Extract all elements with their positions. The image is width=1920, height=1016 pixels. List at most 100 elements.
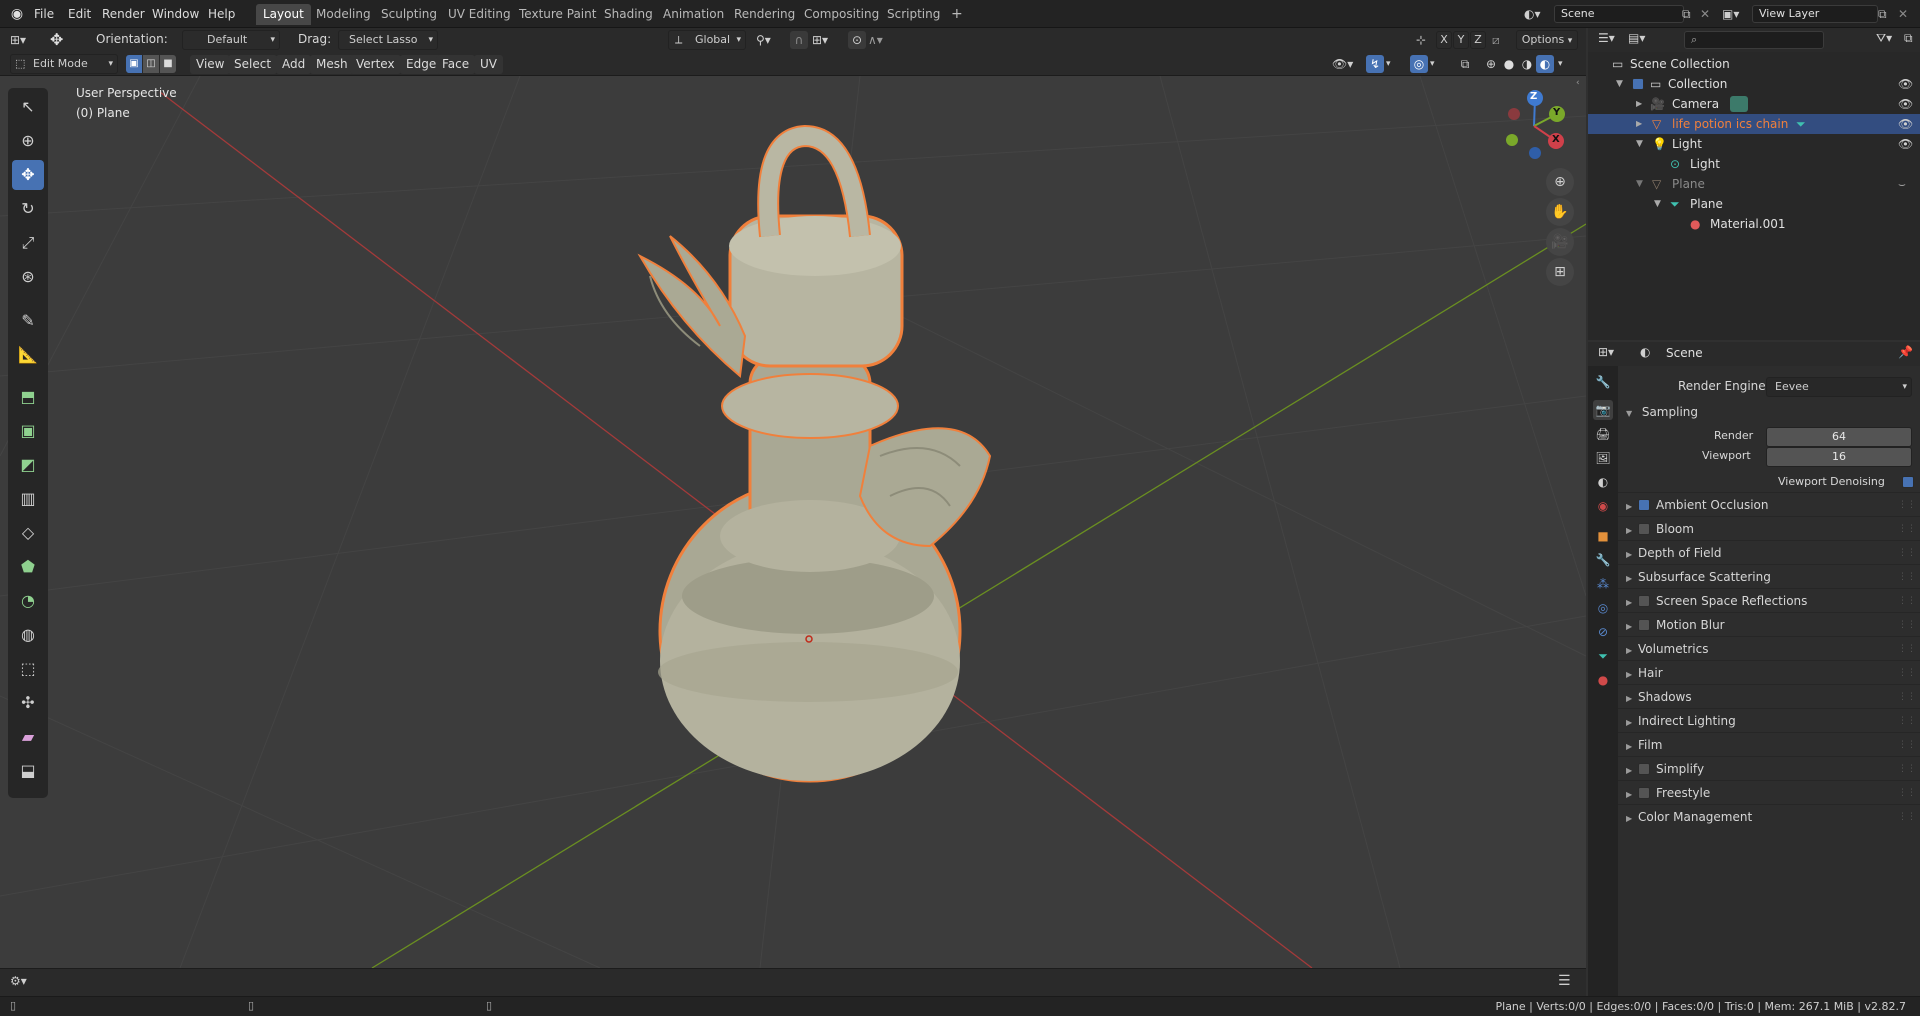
panel-enable-checkbox[interactable] [1638,595,1650,607]
drag-handle-icon[interactable]: ⋮⋮ [1898,757,1916,781]
drag-handle-icon[interactable]: ⋮⋮ [1898,541,1916,565]
timeline-editor-icon[interactable]: ⚙▾ [10,974,27,988]
material-shading-icon[interactable]: ◑ [1518,55,1536,73]
transform-orientation-dropdown[interactable]: ⟂ Global ▾ [668,30,746,50]
edge-slide-tool-icon[interactable]: ⬚ [12,654,44,684]
spin-tool-icon[interactable]: ◔ [12,586,44,616]
drag-dropdown[interactable]: Select Lasso ▾ [338,30,438,50]
xray-toggle-icon[interactable]: ⧉ [1456,55,1474,73]
outliner-item-plane-mesh[interactable]: ▼ ⏷ Plane [1588,194,1920,214]
tab-shading[interactable]: Shading [597,4,660,25]
data-tab-icon[interactable]: ⏷ [1593,646,1613,666]
region-toggle-icon[interactable]: ‹ [1576,78,1580,88]
tab-layout[interactable]: Layout [256,4,311,25]
drag-handle-icon[interactable]: ⋮⋮ [1898,805,1916,829]
menu-edit[interactable]: Edit [62,4,97,24]
new-scene-icon[interactable]: ⧉ [1682,5,1698,23]
panel-depth-of-field[interactable]: ▶ Depth of Field ⋮⋮ [1618,540,1920,564]
editor-type-icon[interactable]: ⊞▾ [10,31,36,49]
close-scene-icon[interactable]: ✕ [1700,5,1714,23]
rendered-shading-icon[interactable]: ◐ [1536,55,1554,73]
scene-tab-icon[interactable]: ◐ [1593,472,1613,492]
scale-tool-icon[interactable]: ⤢ [12,228,44,258]
drag-handle-icon[interactable]: ⋮⋮ [1898,637,1916,661]
panel-enable-checkbox[interactable] [1638,787,1650,799]
outliner-item-collection[interactable]: ▼ ▭ Collection 👁 [1588,74,1920,94]
viewport-denoising-checkbox[interactable] [1902,476,1914,488]
drag-handle-icon[interactable]: ⋮⋮ [1898,565,1916,589]
gizmo-toggle-icon[interactable]: ↯ [1366,55,1384,73]
tool-tab-icon[interactable]: 🔧 [1593,372,1613,392]
physics-tab-icon[interactable]: ◎ [1593,598,1613,618]
constraints-tab-icon[interactable]: ⊘ [1593,622,1613,642]
view-layer-field[interactable]: View Layer [1752,5,1878,23]
view-layer-tab-icon[interactable]: 🖼 [1593,448,1613,468]
auto-merge-icon[interactable]: ⧄ [1492,31,1510,49]
outliner-search-input[interactable]: ⌕ [1684,31,1824,49]
menu-file[interactable]: File [28,4,60,24]
menu-face[interactable]: Face [436,55,476,74]
face-select-icon[interactable]: ■ [160,55,176,73]
display-mode-icon[interactable]: ▤▾ [1628,31,1645,45]
menu-window[interactable]: Window [146,4,205,24]
tab-sculpting[interactable]: Sculpting [374,4,444,25]
eye-icon[interactable]: 👁 [1898,74,1913,94]
move-tool-icon[interactable]: ✥ [50,30,72,50]
hamburger-menu-icon[interactable]: ☰ [1558,973,1571,989]
drag-handle-icon[interactable]: ⋮⋮ [1898,733,1916,757]
sampling-panel-header[interactable]: ▼ Sampling [1618,400,1920,424]
mirror-y-toggle[interactable]: Y [1453,31,1469,49]
expand-icon[interactable]: ▶ [1636,94,1642,114]
panel-bloom[interactable]: ▶ Bloom ⋮⋮ [1618,516,1920,540]
new-collection-icon[interactable]: ⧉ [1904,31,1913,46]
drag-handle-icon[interactable]: ⋮⋮ [1898,709,1916,733]
zoom-icon[interactable]: ⊕ [1546,168,1574,196]
hidden-eye-icon[interactable]: ⌣ [1898,174,1906,194]
drag-handle-icon[interactable]: ⋮⋮ [1898,493,1916,517]
drag-handle-icon[interactable]: ⋮⋮ [1898,661,1916,685]
mirror-icon[interactable]: ⊹ [1416,31,1434,49]
bevel-tool-icon[interactable]: ◩ [12,450,44,480]
panel-motion-blur[interactable]: ▶ Motion Blur ⋮⋮ [1618,612,1920,636]
particles-tab-icon[interactable]: ⁂ [1593,574,1613,594]
exclude-checkbox[interactable] [1632,78,1644,90]
transform-tool-icon[interactable]: ⊛ [12,262,44,292]
menu-add[interactable]: Add [276,55,312,74]
outliner-item-plane[interactable]: ▼ ▽ Plane ⌣ [1588,174,1920,194]
scene-name-field[interactable]: Scene [1554,5,1684,23]
panel-freestyle[interactable]: ▶ Freestyle ⋮⋮ [1618,780,1920,804]
edge-select-icon[interactable]: ◫ [143,55,159,73]
options-dropdown[interactable]: Options ▾ [1516,30,1578,50]
expand-icon[interactable]: ▼ [1654,194,1661,214]
expand-icon[interactable]: ▼ [1636,134,1643,154]
poly-build-tool-icon[interactable]: ⬟ [12,552,44,582]
panel-ambient-occlusion[interactable]: ▶ Ambient Occlusion ⋮⋮ [1618,492,1920,516]
snap-icon[interactable]: ∩ [790,31,808,49]
panel-enable-checkbox[interactable] [1638,499,1650,511]
panel-color-management[interactable]: ▶ Color Management ⋮⋮ [1618,804,1920,828]
outliner-item-camera[interactable]: ▶ 🎥 Camera 👁 [1588,94,1920,114]
inset-tool-icon[interactable]: ▣ [12,416,44,446]
tab-scripting[interactable]: Scripting [880,4,947,25]
material-tab-icon[interactable]: ● [1593,670,1613,690]
panel-film[interactable]: ▶ Film ⋮⋮ [1618,732,1920,756]
annotate-tool-icon[interactable]: ✎ [12,306,44,336]
add-workspace-button[interactable]: + [944,4,970,25]
outliner-editor-icon[interactable]: ☰▾ [1598,31,1615,45]
expand-icon[interactable]: ▼ [1616,74,1623,94]
drag-handle-icon[interactable]: ⋮⋮ [1898,685,1916,709]
world-tab-icon[interactable]: ◉ [1593,496,1613,516]
3d-viewport[interactable]: User Perspective (0) Plane Z Y X ⊕ ✋ 🎥 ⊞… [0,76,1586,968]
object-tab-icon[interactable]: ■ [1593,526,1613,546]
outliner-item-light-data[interactable]: ⊙ Light [1588,154,1920,174]
snap-target-icon[interactable]: ⊞▾ [812,31,842,49]
panel-volumetrics[interactable]: ▶ Volumetrics ⋮⋮ [1618,636,1920,660]
solid-shading-icon[interactable]: ● [1500,55,1518,73]
panel-enable-checkbox[interactable] [1638,523,1650,535]
outliner-item-scene-collection[interactable]: ▭ Scene Collection [1588,54,1920,74]
visibility-icon[interactable]: 👁▾ [1332,55,1360,73]
panel-enable-checkbox[interactable] [1638,619,1650,631]
select-tool-icon[interactable]: ↖ [12,92,44,122]
menu-select[interactable]: Select [228,55,278,74]
menu-mesh[interactable]: Mesh [310,55,354,74]
